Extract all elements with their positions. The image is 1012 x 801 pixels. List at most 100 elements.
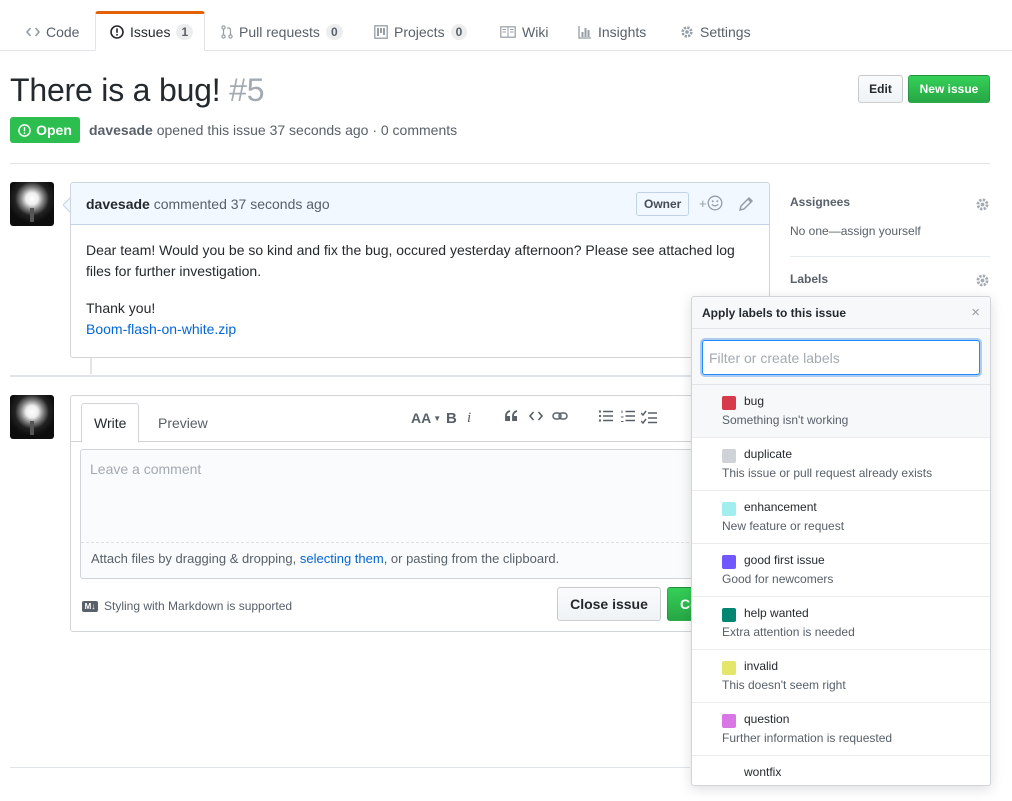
task-list-button[interactable]: [641, 410, 657, 424]
status-badge-label: Open: [36, 122, 72, 138]
tab-pull-requests-label: Pull requests: [239, 23, 320, 40]
popover-header: Apply labels to this issue ×: [692, 297, 990, 329]
quote-icon: [505, 410, 519, 422]
timeline-line: [90, 358, 92, 374]
label-item-enhancement[interactable]: enhancement New feature or request: [692, 491, 990, 544]
label-color-swatch: [722, 767, 736, 781]
issue-opened-icon: [110, 25, 124, 39]
label-name: question: [744, 712, 790, 726]
markdown-note[interactable]: M↓ Styling with Markdown is supported: [82, 599, 292, 613]
popover-title: Apply labels to this issue: [702, 306, 847, 320]
tab-wiki[interactable]: Wiki: [486, 12, 562, 51]
drag-text-post: , or pasting from the clipboard.: [383, 551, 560, 566]
label-color-swatch: [722, 608, 736, 622]
tab-projects[interactable]: Projects 0: [360, 12, 481, 51]
code-button[interactable]: [529, 410, 543, 422]
label-item-bug[interactable]: bug Something isn't working: [692, 385, 990, 438]
bold-button[interactable]: B: [446, 410, 457, 427]
tab-settings-label: Settings: [700, 23, 751, 40]
add-reaction-button[interactable]: +: [699, 195, 723, 211]
label-name: good first issue: [744, 553, 825, 567]
repo-nav: Code Issues 1 Pull requests 0 Projects 0…: [0, 0, 1012, 51]
book-icon: [500, 25, 516, 38]
label-item-invalid[interactable]: invalid This doesn't seem right: [692, 650, 990, 703]
label-description: This issue or pull request already exist…: [722, 466, 933, 480]
new-issue-button[interactable]: New issue: [908, 75, 990, 103]
code-icon: [26, 26, 40, 38]
label-item-duplicate[interactable]: duplicate This issue or pull request alre…: [692, 438, 990, 491]
tab-issues[interactable]: Issues 1: [95, 11, 205, 51]
label-filter-input[interactable]: [702, 340, 980, 375]
quote-button[interactable]: [505, 410, 519, 422]
edit-button[interactable]: Edit: [858, 75, 903, 103]
label-list: bug Something isn't working duplicate This …: [692, 385, 990, 785]
gear-icon[interactable]: [975, 197, 990, 212]
tab-pull-requests[interactable]: Pull requests 0: [207, 12, 357, 51]
markdown-note-text: Styling with Markdown is supported: [104, 599, 293, 613]
close-icon[interactable]: ×: [971, 304, 980, 321]
tab-preview[interactable]: Preview: [146, 403, 220, 443]
label-color-swatch: [722, 661, 736, 675]
popover-filter: [692, 329, 990, 385]
tab-projects-label: Projects: [394, 23, 445, 40]
comment-text: Dear team! Would you be so kind and fix …: [86, 242, 735, 279]
label-item-question[interactable]: question Further information is requested: [692, 703, 990, 756]
header-divider: [10, 163, 990, 164]
avatar[interactable]: [10, 395, 54, 439]
close-issue-button[interactable]: Close issue: [557, 587, 661, 621]
header-text-button[interactable]: AA ▼: [411, 410, 441, 426]
assignees-title[interactable]: Assignees: [790, 195, 850, 209]
label-item-wontfix[interactable]: wontfix: [692, 756, 990, 785]
issue-author-link[interactable]: davesade: [89, 122, 153, 138]
attachment-link[interactable]: Boom-flash-on-white.zip: [86, 321, 236, 337]
labels-title[interactable]: Labels: [790, 272, 828, 286]
tab-wiki-label: Wiki: [522, 23, 549, 40]
pull-requests-counter: 0: [325, 23, 343, 40]
tab-write[interactable]: Write: [81, 403, 140, 443]
tab-settings[interactable]: Settings: [666, 12, 765, 51]
comment-author-link[interactable]: davesade: [86, 196, 150, 212]
comment-time[interactable]: commented 37 seconds ago: [154, 196, 330, 212]
label-description: This doesn't seem right: [722, 678, 846, 692]
label-item-good-first-issue[interactable]: good first issue Good for newcomers: [692, 544, 990, 597]
tab-code[interactable]: Code: [12, 12, 93, 51]
label-description: Further information is requested: [722, 731, 893, 745]
label-description: Something isn't working: [722, 413, 849, 427]
list-ordered-icon: [621, 410, 635, 422]
issue-number: #5: [229, 72, 265, 108]
label-item-help-wanted[interactable]: help wanted Extra attention is needed: [692, 597, 990, 650]
unordered-list-button[interactable]: [599, 410, 613, 422]
comment-textarea[interactable]: Leave a comment Attach files by dragging…: [80, 449, 770, 579]
tab-issues-label: Issues: [130, 24, 171, 40]
issue-title-text: There is a bug!: [10, 72, 221, 108]
list-unordered-icon: [599, 410, 613, 422]
issue-meta: davesade opened this issue 37 seconds ag…: [89, 122, 457, 138]
drag-text-pre: Attach files by dragging & dropping,: [91, 551, 300, 566]
page-divider: [10, 767, 690, 768]
reaction-plus: +: [699, 195, 707, 211]
label-name: wontfix: [744, 765, 782, 779]
issue-title: There is a bug! #5: [10, 72, 265, 109]
assignees-value[interactable]: No one—assign yourself: [790, 224, 921, 238]
italic-button[interactable]: i: [467, 410, 471, 427]
label-name: bug: [744, 394, 765, 408]
pencil-icon[interactable]: [738, 196, 754, 212]
label-description: Extra attention is needed: [722, 625, 855, 639]
avatar[interactable]: [10, 182, 54, 226]
file-attach-area[interactable]: Attach files by dragging & dropping, sel…: [81, 542, 769, 578]
projects-counter: 0: [450, 23, 468, 40]
ordered-list-button[interactable]: [621, 410, 635, 422]
git-pull-request-icon: [221, 24, 233, 39]
tasklist-icon: [641, 410, 657, 424]
link-button[interactable]: [552, 410, 568, 422]
tab-insights[interactable]: Insights: [564, 12, 660, 51]
gear-icon[interactable]: [975, 273, 990, 288]
label-description: Good for newcomers: [722, 572, 834, 586]
status-badge: Open: [10, 117, 80, 143]
caret-down-icon: ▼: [433, 413, 442, 423]
markdown-icon: M↓: [82, 600, 98, 612]
label-color-swatch: [722, 396, 736, 410]
select-files-link[interactable]: selecting them: [300, 551, 384, 566]
comment-body: Dear team! Would you be so kind and fix …: [71, 225, 769, 355]
issues-counter: 1: [176, 24, 194, 40]
